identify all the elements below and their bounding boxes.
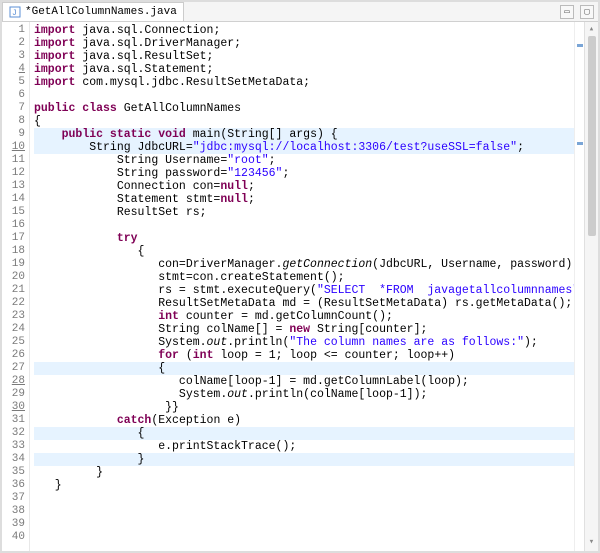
code-line[interactable] bbox=[34, 89, 574, 102]
code-line[interactable]: { bbox=[34, 115, 574, 128]
line-number: 15 bbox=[2, 206, 25, 219]
code-line[interactable]: ResultSet rs; bbox=[34, 206, 574, 219]
code-line[interactable]: } bbox=[34, 479, 574, 492]
code-line[interactable]: }} bbox=[34, 401, 574, 414]
svg-text:J: J bbox=[12, 9, 17, 18]
code-line[interactable]: { bbox=[34, 427, 574, 440]
line-number: 1 bbox=[2, 24, 25, 37]
code-line[interactable]: stmt=con.createStatement(); bbox=[34, 271, 574, 284]
code-line[interactable]: import java.sql.DriverManager; bbox=[34, 37, 574, 50]
line-number: 21 bbox=[2, 284, 25, 297]
line-number: 38 bbox=[2, 505, 25, 518]
editor-window: J *GetAllColumnNames.java ▭ ▢ 1234567891… bbox=[0, 0, 600, 553]
code-line[interactable]: catch(Exception e) bbox=[34, 414, 574, 427]
code-line[interactable]: public class GetAllColumnNames bbox=[34, 102, 574, 115]
line-number: 4 bbox=[2, 63, 25, 76]
line-number: 26 bbox=[2, 349, 25, 362]
code-line[interactable]: ResultSetMetaData md = (ResultSetMetaDat… bbox=[34, 297, 574, 310]
line-number: 3 bbox=[2, 50, 25, 63]
vertical-scrollbar[interactable]: ▴ ▾ bbox=[584, 22, 598, 551]
line-number: 36 bbox=[2, 479, 25, 492]
line-number: 16 bbox=[2, 219, 25, 232]
code-line[interactable]: { bbox=[34, 245, 574, 258]
code-line[interactable]: String JdbcURL="jdbc:mysql://localhost:3… bbox=[34, 141, 574, 154]
code-line[interactable]: Connection con=null; bbox=[34, 180, 574, 193]
window-controls: ▭ ▢ bbox=[560, 5, 598, 19]
line-number: 39 bbox=[2, 518, 25, 531]
line-number: 10 bbox=[2, 141, 25, 154]
line-number: 14 bbox=[2, 193, 25, 206]
line-number: 11 bbox=[2, 154, 25, 167]
code-line[interactable] bbox=[34, 505, 574, 518]
code-line[interactable]: System.out.println("The column names are… bbox=[34, 336, 574, 349]
scroll-up-icon[interactable]: ▴ bbox=[589, 24, 594, 36]
code-line[interactable]: con=DriverManager.getConnection(JdbcURL,… bbox=[34, 258, 574, 271]
code-line[interactable]: { bbox=[34, 362, 574, 375]
code-line[interactable]: e.printStackTrace(); bbox=[34, 440, 574, 453]
code-line[interactable]: import com.mysql.jdbc.ResultSetMetaData; bbox=[34, 76, 574, 89]
line-number: 29 bbox=[2, 388, 25, 401]
code-line[interactable] bbox=[34, 518, 574, 531]
line-number: 9 bbox=[2, 128, 25, 141]
line-number: 31 bbox=[2, 414, 25, 427]
line-number: 19 bbox=[2, 258, 25, 271]
minimize-icon[interactable]: ▭ bbox=[560, 5, 574, 19]
code-line[interactable]: int counter = md.getColumnCount(); bbox=[34, 310, 574, 323]
code-line[interactable] bbox=[34, 492, 574, 505]
maximize-icon[interactable]: ▢ bbox=[580, 5, 594, 19]
code-line[interactable]: String colName[] = new String[counter]; bbox=[34, 323, 574, 336]
code-line[interactable]: } bbox=[34, 466, 574, 479]
line-number: 28 bbox=[2, 375, 25, 388]
line-number: 30 bbox=[2, 401, 25, 414]
line-number: 18 bbox=[2, 245, 25, 258]
code-line[interactable]: import java.sql.Statement; bbox=[34, 63, 574, 76]
line-number: 22 bbox=[2, 297, 25, 310]
line-number: 17 bbox=[2, 232, 25, 245]
java-file-icon: J bbox=[9, 6, 21, 18]
line-number: 6 bbox=[2, 89, 25, 102]
code-line[interactable]: } bbox=[34, 453, 574, 466]
code-line[interactable]: import java.sql.Connection; bbox=[34, 24, 574, 37]
line-number: 37 bbox=[2, 492, 25, 505]
line-number: 7 bbox=[2, 102, 25, 115]
scroll-down-icon[interactable]: ▾ bbox=[589, 537, 594, 549]
code-content[interactable]: import java.sql.Connection;import java.s… bbox=[30, 22, 574, 551]
line-number: 24 bbox=[2, 323, 25, 336]
file-tab[interactable]: J *GetAllColumnNames.java bbox=[2, 2, 184, 21]
line-number: 33 bbox=[2, 440, 25, 453]
code-line[interactable] bbox=[34, 531, 574, 544]
code-line[interactable]: try bbox=[34, 232, 574, 245]
code-line[interactable]: public static void main(String[] args) { bbox=[34, 128, 574, 141]
code-line[interactable] bbox=[34, 219, 574, 232]
line-number: 34 bbox=[2, 453, 25, 466]
line-number: 35 bbox=[2, 466, 25, 479]
code-line[interactable]: Statement stmt=null; bbox=[34, 193, 574, 206]
line-number: 27 bbox=[2, 362, 25, 375]
code-line[interactable]: String Username="root"; bbox=[34, 154, 574, 167]
line-number: 25 bbox=[2, 336, 25, 349]
line-number: 2 bbox=[2, 37, 25, 50]
line-number: 5 bbox=[2, 76, 25, 89]
tab-bar: J *GetAllColumnNames.java ▭ ▢ bbox=[2, 2, 598, 22]
tab-filename: *GetAllColumnNames.java bbox=[25, 6, 177, 18]
line-number-gutter: 1234567891011121314151617181920212223242… bbox=[2, 22, 30, 551]
code-line[interactable]: System.out.println(colName[loop-1]); bbox=[34, 388, 574, 401]
code-line[interactable]: import java.sql.ResultSet; bbox=[34, 50, 574, 63]
code-line[interactable]: rs = stmt.executeQuery("SELECT *FROM jav… bbox=[34, 284, 574, 297]
editor-area: 1234567891011121314151617181920212223242… bbox=[2, 22, 598, 551]
scrollbar-thumb[interactable] bbox=[588, 36, 596, 236]
code-line[interactable]: for (int loop = 1; loop <= counter; loop… bbox=[34, 349, 574, 362]
line-number: 13 bbox=[2, 180, 25, 193]
line-number: 32 bbox=[2, 427, 25, 440]
code-line[interactable]: colName[loop-1] = md.getColumnLabel(loop… bbox=[34, 375, 574, 388]
code-line[interactable]: String password="123456"; bbox=[34, 167, 574, 180]
line-number: 23 bbox=[2, 310, 25, 323]
line-number: 12 bbox=[2, 167, 25, 180]
overview-ruler[interactable] bbox=[574, 22, 584, 551]
line-number: 40 bbox=[2, 531, 25, 544]
line-number: 8 bbox=[2, 115, 25, 128]
line-number: 20 bbox=[2, 271, 25, 284]
